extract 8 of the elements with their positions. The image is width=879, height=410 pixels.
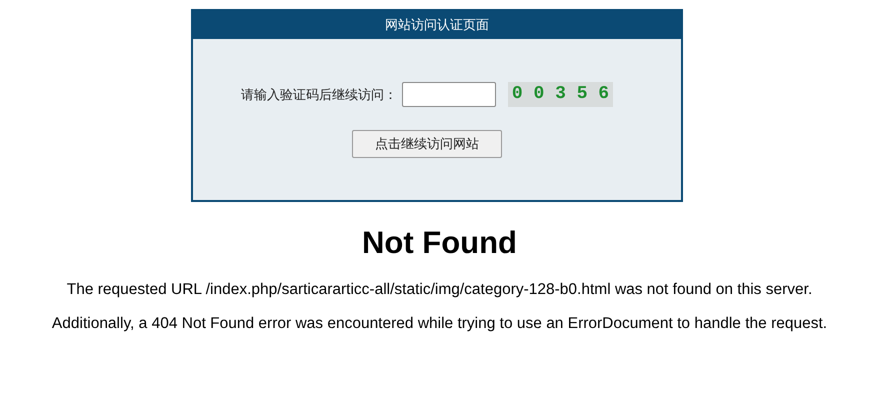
error-message-text: Additionally, a 404 Not Found error was encountered while trying to use an ErrorDocument to handle the request.	[52, 314, 828, 334]
continue-button[interactable]: 点击继续访问网站	[352, 130, 502, 158]
error-message-text: The requested URL /index.php/sarticararticc-all/static/img/category-128-b0.html was not found on this server.	[66, 280, 812, 300]
captcha-code: 0 0 3 5 6	[508, 82, 614, 107]
captcha-prompt: 请输入验证码后继续访问：	[240, 86, 397, 104]
error-heading: Not Found	[362, 225, 517, 261]
captcha-input-field[interactable]	[402, 82, 496, 107]
panel-title: 网站访问认证页面	[385, 17, 489, 34]
